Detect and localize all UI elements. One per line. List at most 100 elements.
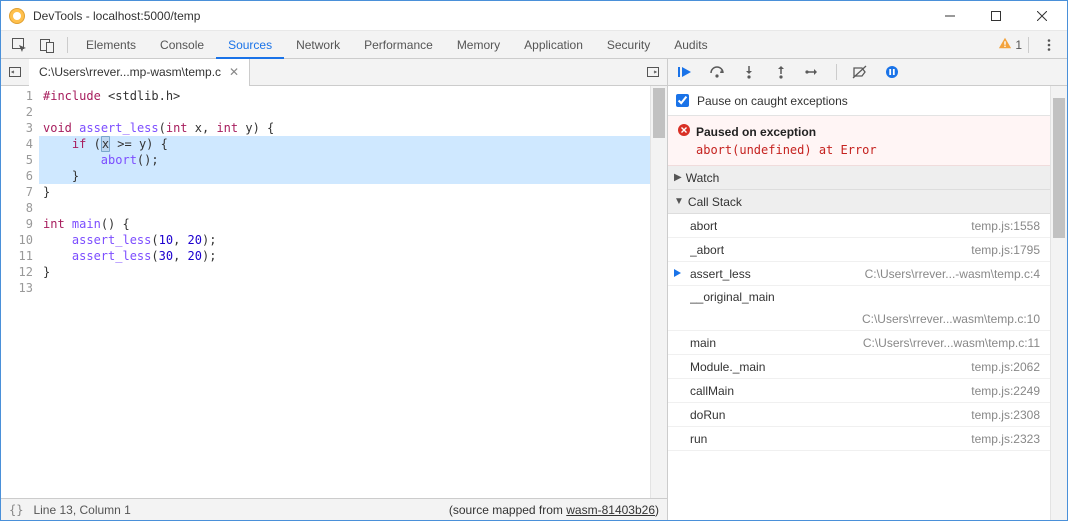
callstack-frame[interactable]: main C:\Users\rrever...wasm\temp.c:11: [668, 331, 1050, 355]
code-line[interactable]: void assert_less(int x, int y) {: [39, 120, 650, 136]
chevron-right-icon: ▶: [674, 172, 682, 183]
callstack-label: Call Stack: [688, 195, 742, 209]
code-line[interactable]: int main() {: [39, 216, 650, 232]
pretty-print-icon[interactable]: {}: [9, 503, 23, 517]
editor-pane: 12345678910111213 #include <stdlib.h> vo…: [1, 86, 668, 520]
navigator-toggle-icon[interactable]: [1, 60, 29, 84]
source-map-link[interactable]: wasm-81403b26: [566, 503, 655, 517]
callstack-frame[interactable]: doRuntemp.js:2308: [668, 403, 1050, 427]
step-into-icon[interactable]: [738, 62, 760, 82]
callstack-frame[interactable]: __original_main C:\Users\rrever...wasm\te…: [668, 286, 1050, 331]
panel-tabbar: ElementsConsoleSourcesNetworkPerformance…: [1, 31, 1067, 59]
devtools-icon: [9, 8, 25, 24]
frame-location[interactable]: C:\Users\rrever...-wasm\temp.c:4: [865, 267, 1040, 281]
code-line[interactable]: [39, 280, 650, 296]
pause-on-caught-row[interactable]: Pause on caught exceptions: [668, 86, 1050, 116]
code-line[interactable]: assert_less(10, 20);: [39, 232, 650, 248]
maximize-button[interactable]: [973, 1, 1019, 31]
paused-exception-banner: Paused on exception abort(undefined) at …: [668, 116, 1050, 166]
frame-location[interactable]: C:\Users\rrever...wasm\temp.c:11: [863, 336, 1040, 350]
watch-section-header[interactable]: ▶ Watch: [668, 166, 1050, 190]
callstack-frame[interactable]: callMain temp.js:2249: [668, 379, 1050, 403]
exception-title: Paused on exception: [696, 125, 816, 139]
frame-location[interactable]: temp.js:2249: [971, 384, 1040, 398]
callstack-frame[interactable]: run temp.js:2323: [668, 427, 1050, 451]
code-line[interactable]: }: [39, 184, 650, 200]
source-map-info: (source mapped from wasm-81403b26): [449, 503, 659, 517]
frame-function: __original_main: [690, 290, 775, 304]
main-split: 12345678910111213 #include <stdlib.h> vo…: [1, 86, 1067, 520]
cursor-position: Line 13, Column 1: [33, 503, 130, 517]
code-line[interactable]: assert_less(30, 20);: [39, 248, 650, 264]
callstack-section-header[interactable]: ▼ Call Stack: [668, 190, 1050, 214]
code-area[interactable]: #include <stdlib.h> void assert_less(int…: [39, 86, 650, 498]
step-icon[interactable]: [802, 62, 824, 82]
callstack-frame[interactable]: aborttemp.js:1558: [668, 214, 1050, 238]
separator: [1028, 37, 1029, 53]
file-tab[interactable]: C:\Users\rrever...mp-wasm\temp.c ✕: [29, 59, 250, 86]
panel-tab-network[interactable]: Network: [284, 31, 352, 59]
warnings-badge[interactable]: 1: [998, 36, 1022, 53]
step-over-icon[interactable]: [706, 62, 728, 82]
frame-location[interactable]: temp.js:2323: [971, 432, 1040, 446]
frame-location[interactable]: C:\Users\rrever...wasm\temp.c:10: [690, 312, 1040, 326]
panel-tab-sources[interactable]: Sources: [216, 31, 284, 59]
code-line[interactable]: if (x >= y) {: [39, 136, 650, 152]
frame-function: run: [690, 432, 707, 446]
frame-function: callMain: [690, 384, 734, 398]
sources-subbar: C:\Users\rrever...mp-wasm\temp.c ✕: [1, 59, 1067, 86]
window-title: DevTools - localhost:5000/temp: [33, 9, 200, 23]
debugger-scrollbar[interactable]: [1050, 86, 1067, 520]
close-button[interactable]: [1019, 1, 1065, 31]
frame-location[interactable]: temp.js:1795: [971, 243, 1040, 257]
callstack-frame[interactable]: _aborttemp.js:1795: [668, 238, 1050, 262]
code-line[interactable]: }: [39, 264, 650, 280]
exception-detail: abort(undefined) at Error: [678, 143, 1040, 157]
more-tabs-icon[interactable]: [639, 60, 667, 84]
code-line[interactable]: [39, 104, 650, 120]
panel-tab-audits[interactable]: Audits: [662, 31, 719, 59]
editor-statusbar: {} Line 13, Column 1 (source mapped from…: [1, 498, 667, 520]
panel-tab-elements[interactable]: Elements: [74, 31, 148, 59]
warning-icon: [998, 36, 1012, 53]
step-out-icon[interactable]: [770, 62, 792, 82]
code-line[interactable]: abort();: [39, 152, 650, 168]
inspect-element-icon[interactable]: [5, 32, 33, 58]
minimize-button[interactable]: [927, 1, 973, 31]
warnings-count: 1: [1015, 38, 1022, 52]
frame-function: Module._main: [690, 360, 765, 374]
devtools-window: DevTools - localhost:5000/temp ElementsC…: [0, 0, 1068, 521]
frame-function: main: [690, 336, 716, 350]
panel-tab-performance[interactable]: Performance: [352, 31, 445, 59]
resume-icon[interactable]: [674, 62, 696, 82]
deactivate-breakpoints-icon[interactable]: [849, 62, 871, 82]
callstack-list: aborttemp.js:1558_aborttemp.js:1795asser…: [668, 214, 1050, 451]
close-icon[interactable]: ✕: [229, 65, 239, 79]
chevron-down-icon: ▼: [674, 196, 684, 207]
code-line[interactable]: }: [39, 168, 650, 184]
frame-function: assert_less: [690, 267, 751, 281]
error-icon: [678, 124, 690, 139]
panel-tab-memory[interactable]: Memory: [445, 31, 512, 59]
pause-on-exceptions-icon[interactable]: [881, 62, 903, 82]
titlebar: DevTools - localhost:5000/temp: [1, 1, 1067, 31]
callstack-frame[interactable]: assert_less C:\Users\rrever...-wasm\temp.…: [668, 262, 1050, 286]
code-line[interactable]: #include <stdlib.h>: [39, 88, 650, 104]
callstack-frame[interactable]: Module._main temp.js:2062: [668, 355, 1050, 379]
pause-on-caught-label: Pause on caught exceptions: [697, 94, 848, 108]
panel-tab-security[interactable]: Security: [595, 31, 662, 59]
frame-location[interactable]: temp.js:1558: [971, 219, 1040, 233]
code-line[interactable]: [39, 200, 650, 216]
panel-tab-console[interactable]: Console: [148, 31, 216, 59]
editor-scrollbar[interactable]: [650, 86, 667, 498]
watch-label: Watch: [686, 171, 720, 185]
editor-tabbar: C:\Users\rrever...mp-wasm\temp.c ✕: [1, 59, 668, 85]
kebab-menu-icon[interactable]: [1035, 32, 1063, 58]
code-editor[interactable]: 12345678910111213 #include <stdlib.h> vo…: [1, 86, 667, 498]
pause-on-caught-checkbox[interactable]: [676, 94, 689, 107]
frame-location[interactable]: temp.js:2308: [971, 408, 1040, 422]
debugger-toolbar: [668, 59, 1067, 85]
frame-location[interactable]: temp.js:2062: [971, 360, 1040, 374]
panel-tab-application[interactable]: Application: [512, 31, 595, 59]
device-toolbar-icon[interactable]: [33, 32, 61, 58]
